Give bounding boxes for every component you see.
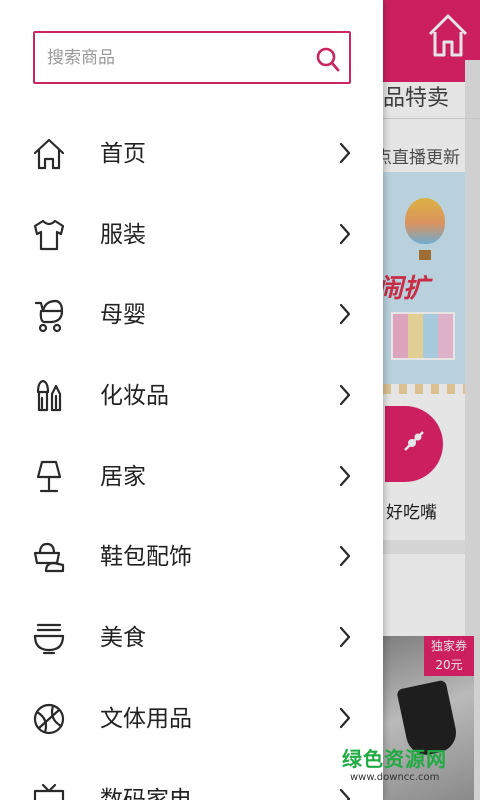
home-icon xyxy=(33,138,65,170)
chevron-right-icon xyxy=(339,304,351,325)
chevron-right-icon xyxy=(339,223,351,244)
search-box[interactable] xyxy=(33,31,351,84)
chevron-right-icon xyxy=(339,707,351,728)
noodle-bowl-icon xyxy=(33,624,65,655)
menu-item-label: 鞋包配饰 xyxy=(100,544,192,571)
search-icon[interactable] xyxy=(316,47,340,73)
makeup-brush-icon xyxy=(36,379,62,412)
menu-item-cosmetics[interactable]: 化妆品 xyxy=(0,356,383,437)
chevron-right-icon xyxy=(339,546,351,567)
shoe-bag-icon xyxy=(33,543,65,573)
stroller-icon xyxy=(34,300,64,333)
menu-item-clothing[interactable]: 服装 xyxy=(0,195,383,276)
tshirt-icon xyxy=(33,219,65,250)
navigation-drawer: 首页 服装 母婴 xyxy=(0,0,383,800)
watermark-title: 绿色资源网 xyxy=(342,747,447,771)
menu-item-shoes-bags[interactable]: 鞋包配饰 xyxy=(0,517,383,598)
menu-item-food[interactable]: 美食 xyxy=(0,598,383,679)
menu-item-home[interactable]: 首页 xyxy=(0,114,383,195)
tv-icon xyxy=(33,783,65,800)
chevron-right-icon xyxy=(339,627,351,648)
menu-item-label: 美食 xyxy=(100,625,146,652)
menu-item-home-living[interactable]: 居家 xyxy=(0,437,383,518)
menu-item-sports-stationery[interactable]: 文体用品 xyxy=(0,679,383,760)
menu-item-label: 化妆品 xyxy=(100,383,169,410)
watermark-url: www.downcc.com xyxy=(350,772,440,783)
menu-item-label: 文体用品 xyxy=(100,705,192,732)
category-menu: 首页 服装 母婴 化妆品 居家 鞋包配饰 美食 文体用品 数码家电 xyxy=(0,114,383,800)
chevron-right-icon xyxy=(339,465,351,486)
watermark: 绿色资源网 www.downcc.com xyxy=(338,743,473,795)
menu-item-label: 母婴 xyxy=(100,302,146,329)
search-input[interactable] xyxy=(47,43,297,73)
menu-item-digital-appliances[interactable]: 数码家电 xyxy=(0,760,383,800)
chevron-right-icon xyxy=(339,142,351,164)
menu-item-label: 居家 xyxy=(100,463,146,490)
ball-icon xyxy=(33,703,65,734)
lamp-icon xyxy=(36,460,62,492)
menu-item-mother-baby[interactable]: 母婴 xyxy=(0,275,383,356)
menu-item-label: 首页 xyxy=(100,141,146,167)
chevron-right-icon xyxy=(339,384,351,406)
menu-item-label: 服装 xyxy=(100,221,146,248)
menu-item-label: 数码家电 xyxy=(100,786,192,800)
